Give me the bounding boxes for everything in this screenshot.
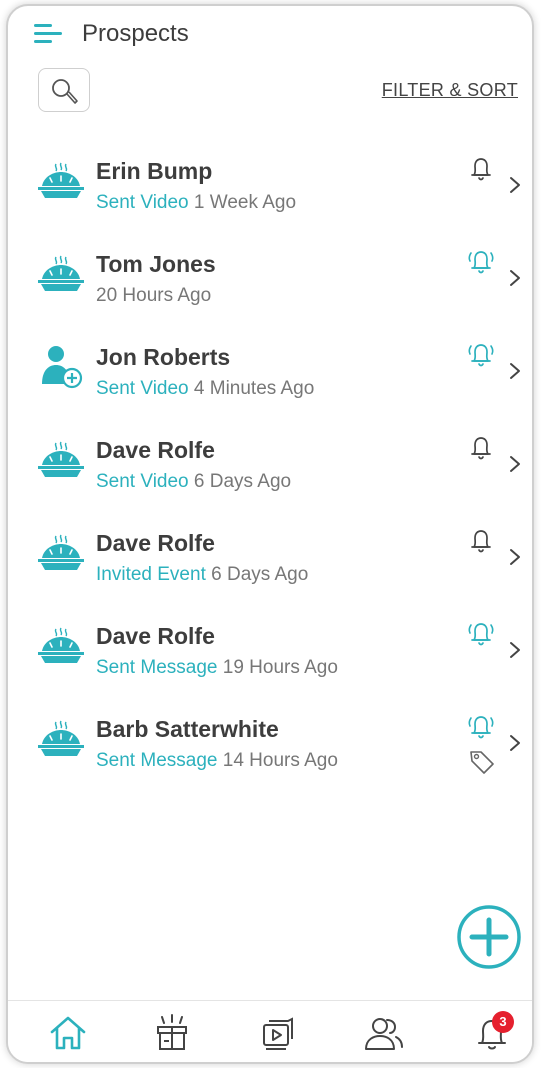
phone-frame: Prospects FILTER & SORT Erin Bump Sent Vi…	[6, 4, 534, 1064]
prospect-time: 6 Days Ago	[211, 564, 309, 585]
prospect-row[interactable]: Barb Satterwhite Sent Message 14 Hours Ag…	[8, 704, 532, 794]
chevron-right-icon[interactable]	[508, 267, 522, 289]
prospect-last-action: Sent Message	[96, 657, 218, 678]
bell-ringing-icon[interactable]	[466, 619, 496, 649]
tag-icon[interactable]	[468, 748, 496, 776]
add-user-icon	[36, 344, 86, 390]
prospect-last-action: Sent Video	[96, 471, 189, 492]
prospect-last-action: Invited Event	[96, 564, 206, 585]
prospect-time: 6 Days Ago	[193, 471, 292, 492]
prospect-row[interactable]: Jon Roberts Sent Video 4 Minutes Ago	[8, 332, 532, 422]
prospect-time: 20 Hours Ago	[96, 285, 212, 306]
prospect-last-action: Sent Message	[96, 750, 218, 771]
prospect-row[interactable]: Dave Rolfe Sent Message 19 Hours Ago	[8, 611, 532, 701]
prospect-row[interactable]: Tom Jones 20 Hours Ago	[8, 239, 532, 329]
prospect-name: Jon Roberts	[96, 344, 231, 370]
pie-icon	[36, 158, 86, 204]
pie-icon	[36, 716, 86, 762]
prospect-name: Dave Rolfe	[96, 530, 215, 556]
bell-ringing-icon[interactable]	[466, 712, 496, 742]
prospect-time: 4 Minutes Ago	[193, 378, 315, 399]
filter-sort-link[interactable]: FILTER & SORT	[382, 80, 518, 101]
bell-icon[interactable]	[466, 526, 496, 556]
prospect-last-action: Sent Video	[96, 378, 189, 399]
bell-ringing-icon[interactable]	[466, 340, 496, 370]
prospect-name: Barb Satterwhite	[96, 716, 279, 742]
chevron-right-icon[interactable]	[508, 453, 522, 475]
prospect-status: Sent Video 4 Minutes Ago	[96, 378, 314, 400]
prospect-status: Sent Message 14 Hours Ago	[96, 750, 338, 772]
prospect-status: Sent Video 6 Days Ago	[96, 471, 291, 493]
prospect-name: Dave Rolfe	[96, 437, 215, 463]
gift-icon[interactable]	[150, 1011, 194, 1055]
chevron-right-icon[interactable]	[508, 732, 522, 754]
add-prospect-button[interactable]	[456, 904, 522, 970]
prospect-row[interactable]: Dave Rolfe Sent Video 6 Days Ago	[8, 425, 532, 515]
pie-icon	[36, 251, 86, 297]
bell-icon[interactable]	[466, 433, 496, 463]
prospect-time: 19 Hours Ago	[222, 657, 338, 678]
prospect-time: 1 Week Ago	[193, 192, 297, 213]
prospect-name: Dave Rolfe	[96, 623, 215, 649]
bell-ringing-icon[interactable]	[466, 247, 496, 277]
chevron-right-icon[interactable]	[508, 546, 522, 568]
menu-icon[interactable]	[34, 22, 64, 46]
prospect-status: Invited Event 6 Days Ago	[96, 564, 308, 586]
chevron-right-icon[interactable]	[508, 639, 522, 661]
prospect-last-action: Sent Video	[96, 192, 189, 213]
bottom-nav: 3	[8, 1000, 532, 1062]
page-title: Prospects	[82, 20, 189, 47]
notifications-tab[interactable]: 3	[470, 1011, 514, 1055]
pie-icon	[36, 530, 86, 576]
prospect-status: Sent Message 19 Hours Ago	[96, 657, 338, 679]
app-header: Prospects	[8, 6, 532, 66]
notification-badge: 3	[492, 1011, 514, 1033]
chevron-right-icon[interactable]	[508, 360, 522, 382]
prospect-status: 20 Hours Ago	[96, 285, 211, 307]
bell-icon[interactable]	[466, 154, 496, 184]
pie-icon	[36, 437, 86, 483]
chevron-right-icon[interactable]	[508, 174, 522, 196]
prospect-name: Erin Bump	[96, 158, 213, 184]
prospect-row[interactable]: Erin Bump Sent Video 1 Week Ago	[8, 146, 532, 236]
media-icon[interactable]	[256, 1011, 300, 1055]
search-icon	[52, 79, 78, 104]
home-icon[interactable]	[46, 1011, 90, 1055]
prospect-time: 14 Hours Ago	[222, 750, 338, 771]
prospect-row[interactable]: Dave Rolfe Invited Event 6 Days Ago	[8, 518, 532, 608]
search-button[interactable]	[38, 68, 90, 112]
contacts-icon[interactable]	[362, 1011, 406, 1055]
prospect-status: Sent Video 1 Week Ago	[96, 192, 296, 214]
prospect-name: Tom Jones	[96, 251, 216, 277]
pie-icon	[36, 623, 86, 669]
